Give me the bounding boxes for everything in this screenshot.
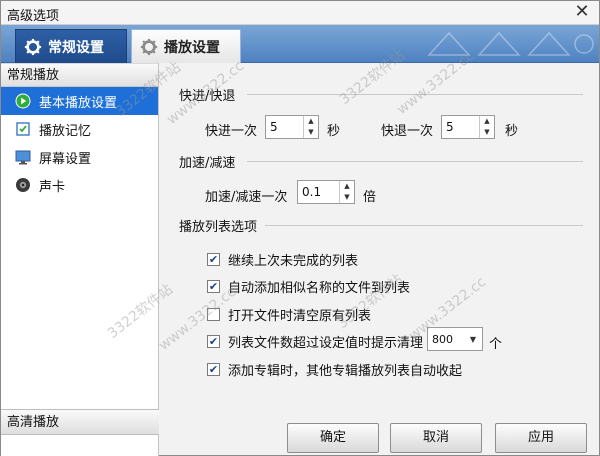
forward-unit: 秒 <box>327 124 341 139</box>
backward-label: 快退一次 <box>381 124 434 139</box>
checkbox-label: 打开文件时清空原有列表 <box>228 309 372 324</box>
stepper-arrows: ▲ ▼ <box>479 116 494 138</box>
speed-label: 加速/减速一次 <box>205 190 288 205</box>
sidebar-item-label: 屏幕设置 <box>39 151 92 167</box>
close-button[interactable]: ✕ <box>573 3 591 21</box>
sidebar-item-label: 播放记忆 <box>39 123 92 139</box>
backward-stepper[interactable]: 5 ▲ ▼ <box>441 115 495 139</box>
backward-value: 5 <box>446 120 454 134</box>
speed-stepper[interactable]: 0.1 ▲ ▼ <box>297 180 355 204</box>
sidebar-item-label: 基本播放设置 <box>39 95 118 111</box>
checkbox-box[interactable]: ✔ <box>207 280 220 293</box>
limit-dropdown[interactable]: 800 ▼ <box>427 327 483 351</box>
seek-group-title: 快进/快退 <box>179 89 236 104</box>
speed-unit: 倍 <box>363 190 377 205</box>
settings-panel: 快进/快退 快进一次 5 ▲ ▼ 秒 快退一次 5 ▲ ▼ 秒 加速/减速 加速… <box>161 63 599 415</box>
limit-warning-checkbox[interactable]: ✔ 列表文件数超过设定值时提示清理 <box>207 332 423 351</box>
continue-last-playlist-checkbox[interactable]: ✔ 继续上次未完成的列表 <box>207 250 358 269</box>
tab-label: 常规设置 <box>48 39 104 56</box>
collapse-other-albums-checkbox[interactable]: ✔ 添加专辑时，其他专辑播放列表自动收起 <box>207 360 462 379</box>
up-arrow-icon[interactable]: ▲ <box>340 181 354 192</box>
sidebar-item-hd-playback[interactable]: 高清播放 <box>1 409 159 435</box>
stepper-arrows: ▲ ▼ <box>303 116 318 138</box>
sidebar-item-basic-playback[interactable]: 基本播放设置 <box>1 87 158 115</box>
checkbox-box[interactable]: ✔ <box>207 253 220 266</box>
up-arrow-icon[interactable]: ▲ <box>480 116 494 127</box>
sidebar-item-label: 声卡 <box>39 179 66 195</box>
checkbox-box[interactable] <box>207 308 220 321</box>
forward-value: 5 <box>270 120 278 134</box>
playlist-group-title: 播放列表选项 <box>179 220 258 235</box>
tab-general-settings[interactable]: 常规设置 <box>15 29 127 63</box>
decorative-pattern <box>427 31 594 56</box>
window-title: 高级选项 <box>7 9 60 24</box>
monitor-icon <box>15 150 31 165</box>
tab-bar: 常规设置 播放设置 <box>1 25 599 63</box>
play-circle-icon <box>15 93 31 109</box>
tab-label: 播放设置 <box>164 39 220 56</box>
auto-add-similar-checkbox[interactable]: ✔ 自动添加相似名称的文件到列表 <box>207 277 410 296</box>
speaker-icon <box>16 178 30 192</box>
clear-list-on-open-checkbox[interactable]: 打开文件时清空原有列表 <box>207 305 371 324</box>
title-bar[interactable]: 高级选项 ✕ <box>1 1 599 25</box>
checkbox-label: 继续上次未完成的列表 <box>228 254 359 269</box>
checkbox-label: 列表文件数超过设定值时提示清理 <box>228 336 424 351</box>
down-arrow-icon[interactable]: ▼ <box>304 127 318 138</box>
forward-stepper[interactable]: 5 ▲ ▼ <box>265 115 319 139</box>
checkbox-label: 自动添加相似名称的文件到列表 <box>228 281 411 296</box>
limit-unit: 个 <box>489 337 503 352</box>
ok-button[interactable]: 确定 <box>287 423 379 453</box>
checkbox-box[interactable]: ✔ <box>207 335 220 348</box>
cancel-button[interactable]: 取消 <box>390 423 482 453</box>
settings-dialog: 高级选项 ✕ 常规设置 播放设置 常规播放 基本播放设置 播放记忆 屏幕设置 声… <box>0 0 600 456</box>
group-divider <box>265 225 583 226</box>
sidebar-section-header[interactable]: 常规播放 <box>1 63 158 87</box>
memory-icon <box>16 122 30 136</box>
sidebar-item-sound-card[interactable]: 声卡 <box>1 171 158 199</box>
down-arrow-icon[interactable]: ▼ <box>480 127 494 138</box>
sidebar: 常规播放 基本播放设置 播放记忆 屏幕设置 声卡 高清播放 <box>1 63 159 456</box>
limit-value: 800 <box>432 332 453 346</box>
sidebar-item-playback-memory[interactable]: 播放记忆 <box>1 115 158 143</box>
gear-icon <box>140 38 158 55</box>
forward-label: 快进一次 <box>205 124 258 139</box>
checkbox-box[interactable]: ✔ <box>207 363 220 376</box>
tab-playback-settings[interactable]: 播放设置 <box>131 29 241 63</box>
down-arrow-icon[interactable]: ▼ <box>340 192 354 203</box>
checkbox-label: 添加专辑时，其他专辑播放列表自动收起 <box>228 364 463 379</box>
apply-button[interactable]: 应用 <box>495 423 587 453</box>
backward-unit: 秒 <box>505 124 519 139</box>
speed-group-title: 加速/减速 <box>179 156 236 171</box>
stepper-arrows: ▲ ▼ <box>339 181 354 203</box>
up-arrow-icon[interactable]: ▲ <box>304 116 318 127</box>
group-divider <box>247 161 583 162</box>
speed-value: 0.1 <box>302 185 322 199</box>
gear-icon <box>24 38 42 55</box>
sidebar-item-screen-settings[interactable]: 屏幕设置 <box>1 143 158 171</box>
chevron-down-icon[interactable]: ▼ <box>464 335 482 344</box>
group-divider <box>247 94 583 95</box>
